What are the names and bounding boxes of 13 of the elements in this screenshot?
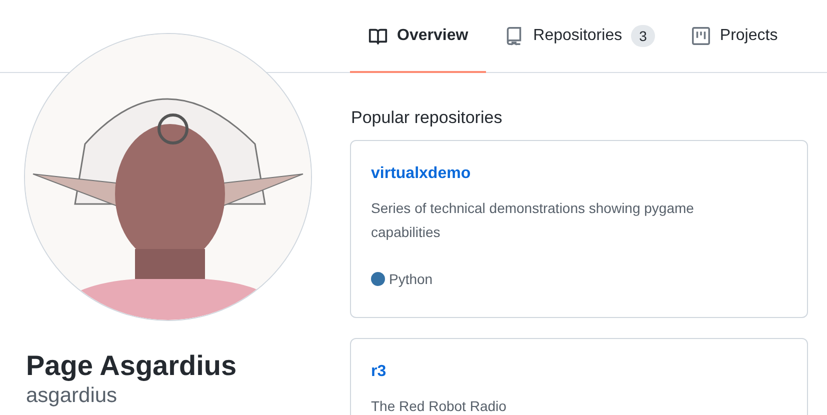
count-badge: 3	[631, 24, 655, 46]
tab[interactable]: Projects	[672, 0, 796, 73]
language-label: Python	[389, 271, 433, 287]
username: asgardius	[26, 383, 118, 409]
repository-link[interactable]: r3	[371, 363, 386, 381]
repository-link[interactable]: virtualxdemo	[371, 165, 471, 183]
profile-name: Page Asgardius	[26, 349, 238, 383]
tab[interactable]: Overview	[350, 0, 486, 73]
tab[interactable]: Repositories 3	[486, 0, 673, 73]
section-heading: Popular repositories	[351, 108, 504, 128]
repository-description: Series of technical demonstrations showing pygame capabilities	[371, 199, 695, 242]
project-board-icon	[690, 26, 711, 46]
repository-description: The Red Robot Radio	[371, 397, 508, 415]
